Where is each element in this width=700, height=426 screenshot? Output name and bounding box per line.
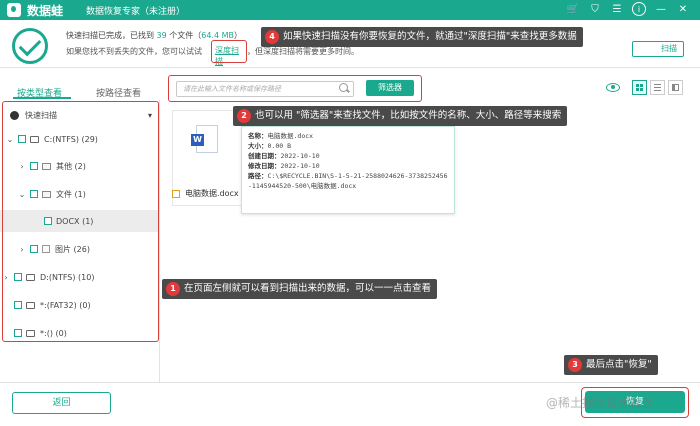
title-bar: 数据蛙 数据恢复专家（未注册） 🛒 ⛉ ☰ i — ✕ (0, 0, 700, 20)
scan-hint: 如果您找不到丢失的文件，您可以试试 (66, 47, 202, 56)
minimize-icon[interactable]: — (654, 2, 668, 16)
window-controls: 🛒 ⛉ ☰ i — ✕ (566, 2, 690, 16)
file-info-tooltip: 名称：电脑数据.docx 大小：0.00 B 创建日期：2022-10-10 修… (241, 126, 455, 214)
grid-icon (636, 84, 643, 91)
deep-scan-button[interactable]: 扫描 (632, 41, 684, 57)
menu-icon[interactable]: ☰ (610, 2, 624, 16)
shield-icon[interactable]: ⛉ (588, 2, 602, 16)
app-logo-icon (7, 3, 21, 17)
callout-1: 1 在页面左侧就可以看到扫描出来的数据，可以一一点击查看 (162, 279, 438, 299)
list-view-button[interactable] (650, 80, 665, 95)
app-subtitle: 数据恢复专家（未注册） (86, 7, 186, 17)
info-icon[interactable]: i (632, 2, 646, 16)
watermark: @稀土掘金技术社区 (546, 396, 655, 410)
file-checkbox[interactable] (172, 190, 180, 198)
back-button[interactable]: 返回 (12, 392, 111, 414)
list-icon (654, 84, 661, 91)
tooltip-name: 电脑数据.docx (267, 132, 314, 140)
tooltip-size: 0.00 B (267, 142, 291, 150)
tooltip-path: C:\$RECYCLE.BIN\S-1-5-21-2588024626-3738… (248, 172, 448, 190)
tab-by-path[interactable]: 按路径查看 (96, 86, 141, 99)
filter-button[interactable]: 筛选器 (366, 80, 414, 96)
callout-3: 3 最后点击"恢复" (564, 355, 658, 375)
tooltip-modified: 2022-10-10 (280, 162, 320, 170)
detail-view-button[interactable] (668, 80, 683, 95)
file-count: 39 (156, 31, 167, 40)
callout-2: 2 也可以用 "筛选器"来查找文件，比如按文件的名称、大小、路径等来搜索 (233, 106, 568, 126)
search-input[interactable]: 请在此输入文件名称或保存路径 (176, 81, 354, 97)
cart-icon[interactable]: 🛒 (566, 2, 580, 16)
active-tab-indicator (13, 97, 71, 99)
detail-icon (672, 84, 679, 91)
file-name: 电脑数据.docx (185, 189, 239, 198)
close-icon[interactable]: ✕ (676, 2, 690, 16)
file-tree-highlight (2, 101, 159, 342)
scan-size: 64.4 MB (201, 31, 235, 40)
tooltip-created: 2022-10-10 (280, 152, 320, 160)
callout-4: 4 如果快速扫描没有你要恢复的文件，就通过"深度扫描"来查找更多数据 (261, 27, 583, 47)
search-icon[interactable] (339, 83, 348, 92)
scan-complete-check-icon (12, 28, 48, 64)
deep-scan-highlight (211, 40, 247, 63)
preview-eye-icon[interactable] (606, 83, 620, 92)
word-document-icon: W (191, 125, 218, 153)
app-brand: 数据蛙 (27, 4, 64, 18)
grid-view-button[interactable] (632, 80, 647, 95)
scan-hint-tail: ，但深度扫描将需要更多时间。 (247, 47, 359, 56)
